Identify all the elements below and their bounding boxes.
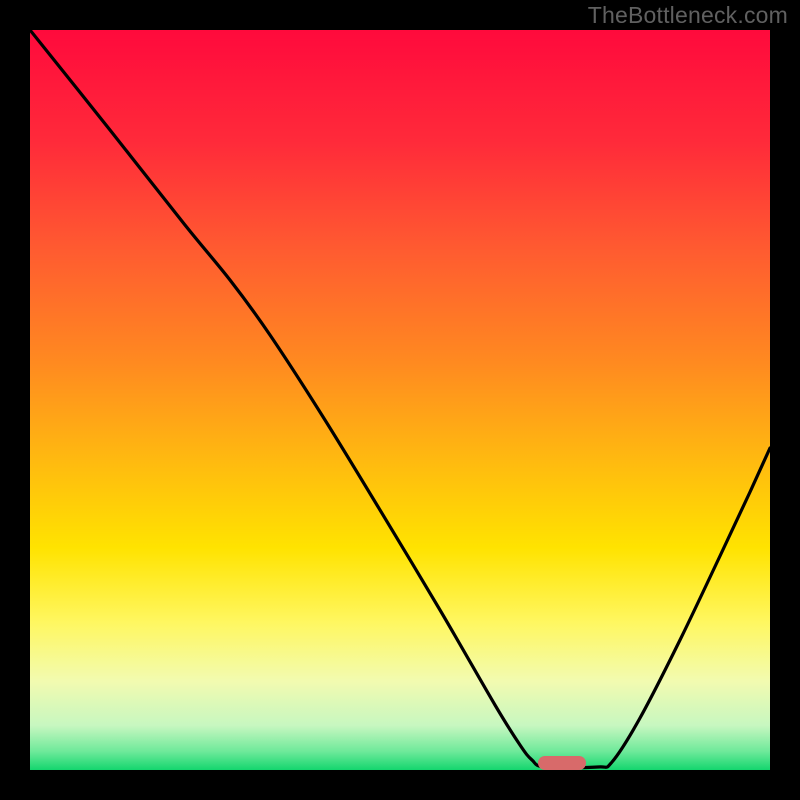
watermark-text: TheBottleneck.com [588, 2, 788, 29]
optimal-marker [538, 756, 586, 770]
chart-stage: TheBottleneck.com [0, 0, 800, 800]
chart-gradient-bg [30, 30, 770, 770]
bottleneck-chart [0, 0, 800, 800]
